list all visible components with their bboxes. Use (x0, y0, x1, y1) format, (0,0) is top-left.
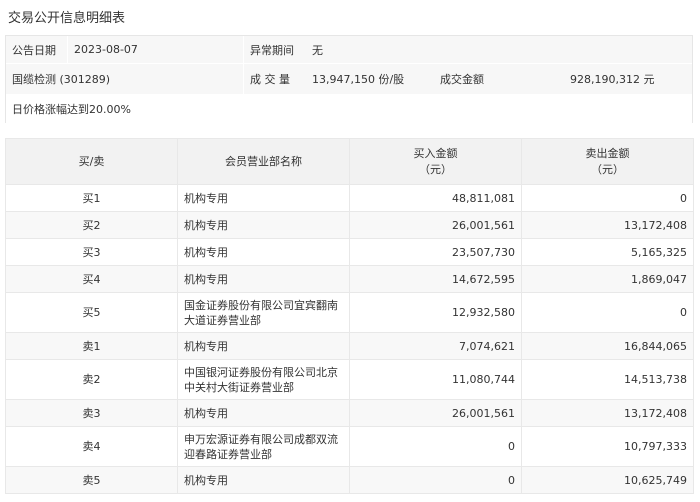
row-branch-name: 机构专用 (177, 211, 350, 239)
row-branch-name: 机构专用 (177, 466, 350, 494)
stock-name: 国缆检测 (301289) (6, 64, 244, 94)
row-buy-amount: 26,001,561 (349, 211, 522, 239)
table-row: 卖2 中国银河证券股份有限公司北京中关村大街证券营业部 11,080,744 1… (5, 359, 694, 400)
row-branch-name: 机构专用 (177, 399, 350, 427)
table-header-row: 买/卖 会员营业部名称 买入金额 （元） 卖出金额 （元） (5, 138, 694, 185)
info-row-date: 公告日期 2023-08-07 异常期间 无 (6, 36, 692, 64)
row-sell-amount: 10,797,333 (521, 426, 694, 467)
row-sell-amount: 13,172,408 (521, 211, 694, 239)
listing-reason: 日价格涨幅达到20.00% (12, 103, 131, 116)
volume-label: 成 交 量 (250, 73, 290, 86)
row-side: 卖1 (5, 332, 178, 360)
row-branch-name: 机构专用 (177, 265, 350, 293)
row-sell-amount: 14,513,738 (521, 359, 694, 400)
header-branch-name: 会员营业部名称 (177, 138, 350, 185)
amount-label: 成交金额 (440, 73, 484, 86)
header-sell-amount: 卖出金额 （元） (521, 138, 694, 185)
row-buy-amount: 26,001,561 (349, 399, 522, 427)
row-side: 卖5 (5, 466, 178, 494)
row-branch-name: 申万宏源证券有限公司成都双流迎春路证券营业部 (177, 426, 350, 467)
announcement-info-panel: 公告日期 2023-08-07 异常期间 无 国缆检测 (301289) 成 交… (5, 35, 693, 124)
row-sell-amount: 10,625,749 (521, 466, 694, 494)
row-branch-name: 中国银河证券股份有限公司北京中关村大街证券营业部 (177, 359, 350, 400)
table-row: 买5 国金证券股份有限公司宜宾翻南大道证券营业部 12,932,580 0 (5, 292, 694, 333)
row-side: 卖2 (5, 359, 178, 400)
table-row: 卖1 机构专用 7,074,621 16,844,065 (5, 332, 694, 360)
row-side: 买5 (5, 292, 178, 333)
abnormal-period-label: 异常期间 (250, 43, 294, 57)
row-buy-amount: 48,811,081 (349, 184, 522, 212)
volume-value: 13,947,150 份/股 (312, 73, 405, 86)
row-branch-name: 国金证券股份有限公司宜宾翻南大道证券营业部 (177, 292, 350, 333)
row-sell-amount: 16,844,065 (521, 332, 694, 360)
header-side: 买/卖 (5, 138, 178, 185)
page-title: 交易公开信息明细表 (8, 11, 126, 26)
row-sell-amount: 5,165,325 (521, 238, 694, 266)
row-branch-name: 机构专用 (177, 332, 350, 360)
row-buy-amount: 0 (349, 426, 522, 467)
table-row: 买2 机构专用 26,001,561 13,172,408 (5, 211, 694, 239)
amount-value: 928,190,312 元 (570, 73, 655, 86)
table-row: 买3 机构专用 23,507,730 5,165,325 (5, 238, 694, 266)
row-sell-amount: 0 (521, 292, 694, 333)
abnormal-period-value: 无 (312, 43, 323, 57)
row-side: 买3 (5, 238, 178, 266)
row-buy-amount: 12,932,580 (349, 292, 522, 333)
row-buy-amount: 7,074,621 (349, 332, 522, 360)
info-row-reason: 日价格涨幅达到20.00% (6, 94, 692, 124)
table-row: 卖4 申万宏源证券有限公司成都双流迎春路证券营业部 0 10,797,333 (5, 426, 694, 467)
table-row: 买4 机构专用 14,672,595 1,869,047 (5, 265, 694, 293)
row-sell-amount: 0 (521, 184, 694, 212)
table-row: 卖3 机构专用 26,001,561 13,172,408 (5, 399, 694, 427)
row-side: 卖4 (5, 426, 178, 467)
row-buy-amount: 14,672,595 (349, 265, 522, 293)
announcement-date-label: 公告日期 (6, 36, 68, 63)
row-branch-name: 机构专用 (177, 238, 350, 266)
row-side: 买2 (5, 211, 178, 239)
row-buy-amount: 23,507,730 (349, 238, 522, 266)
header-buy-amount: 买入金额 （元） (349, 138, 522, 185)
row-sell-amount: 1,869,047 (521, 265, 694, 293)
row-buy-amount: 0 (349, 466, 522, 494)
trade-detail-table: 买/卖 会员营业部名称 买入金额 （元） 卖出金额 （元） 买1 机构专用 48… (5, 138, 694, 494)
info-row-volume: 国缆检测 (301289) 成 交 量 13,947,150 份/股 成交金额 … (6, 64, 692, 94)
row-branch-name: 机构专用 (177, 184, 350, 212)
table-row: 买1 机构专用 48,811,081 0 (5, 184, 694, 212)
row-side: 买1 (5, 184, 178, 212)
row-sell-amount: 13,172,408 (521, 399, 694, 427)
row-buy-amount: 11,080,744 (349, 359, 522, 400)
announcement-date-value: 2023-08-07 (68, 36, 244, 63)
row-side: 卖3 (5, 399, 178, 427)
row-side: 买4 (5, 265, 178, 293)
table-row: 卖5 机构专用 0 10,625,749 (5, 466, 694, 494)
